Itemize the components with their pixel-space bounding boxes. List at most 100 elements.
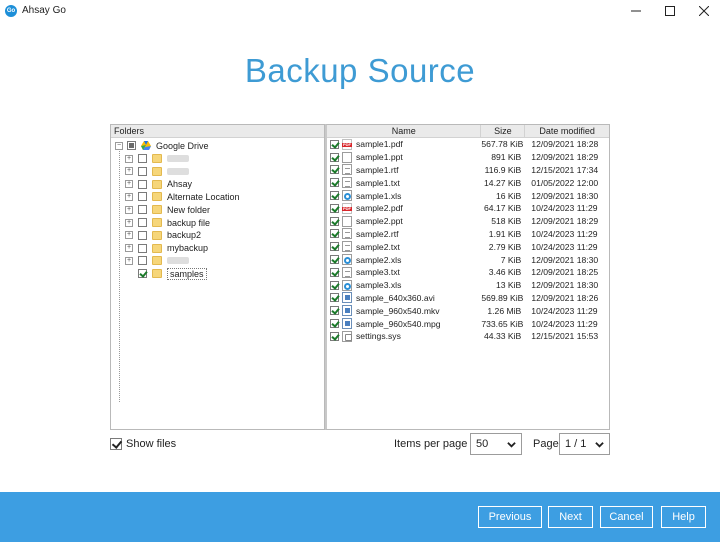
file-checkbox[interactable] [330, 229, 339, 239]
file-name-cell: sample2.xls [327, 254, 481, 266]
file-row[interactable]: sample_960x540.mkv 1.26 MiB 10/24/2023 11:… [327, 304, 609, 317]
folder-checkbox[interactable] [138, 269, 147, 279]
file-row[interactable]: sample3.xls 13 KiB 12/09/2021 18:30 [327, 279, 609, 292]
file-size: 567.78 KiB [481, 139, 524, 150]
tree-item-folder[interactable]: + backup2 [125, 229, 201, 242]
file-name: sample_640x360.avi [356, 292, 435, 303]
xls-file-icon [342, 254, 352, 266]
minimize-button[interactable] [618, 0, 654, 22]
folder-checkbox[interactable] [138, 166, 147, 176]
expand-icon[interactable]: + [125, 180, 133, 189]
file-checkbox[interactable] [330, 203, 339, 213]
file-checkbox[interactable] [330, 216, 339, 226]
folder-checkbox[interactable] [138, 256, 147, 266]
expand-icon[interactable]: + [125, 231, 133, 240]
file-name-cell: sample1.xls [327, 190, 481, 202]
column-header-name[interactable]: Name [327, 125, 482, 137]
expand-icon[interactable]: + [125, 192, 133, 201]
previous-button[interactable]: Previous [478, 506, 542, 528]
file-name-cell: sample1.txt [327, 177, 481, 189]
page-select[interactable]: 1 / 1 [559, 433, 610, 455]
tree-item-folder[interactable]: + Ahsay [125, 178, 192, 191]
file-row[interactable]: sample1.rtf 116.9 KiB 12/15/2021 17:34 [327, 164, 609, 177]
file-checkbox[interactable] [330, 178, 339, 188]
file-checkbox[interactable] [330, 267, 339, 277]
file-size: 569.89 KiB [481, 292, 524, 303]
tree-item-folder[interactable]: + [125, 165, 189, 178]
show-files-toggle[interactable]: Show files [110, 438, 176, 450]
folder-icon [152, 269, 162, 279]
folder-icon [152, 154, 162, 163]
file-row[interactable]: sample2.pdf 64.17 KiB 10/24/2023 11:29 [327, 202, 609, 215]
column-header-date[interactable]: Date modified [525, 125, 609, 137]
tree-item-folder[interactable]: + [125, 152, 189, 165]
tree-item-folder[interactable]: + backup file [125, 216, 210, 229]
folder-checkbox[interactable] [138, 205, 147, 215]
google-drive-checkbox[interactable] [127, 141, 136, 150]
column-header-size[interactable]: Size [481, 125, 526, 137]
expand-icon[interactable]: + [125, 256, 133, 265]
file-date: 12/15/2021 17:34 [531, 164, 599, 175]
help-button[interactable]: Help [661, 506, 706, 528]
folder-checkbox[interactable] [138, 243, 147, 253]
tree-item-folder[interactable]: + Alternate Location [125, 190, 240, 203]
file-checkbox[interactable] [330, 139, 339, 149]
tree-item-folder[interactable]: samples [125, 267, 207, 280]
file-checkbox[interactable] [330, 165, 339, 175]
file-row[interactable]: sample_640x360.avi 569.89 KiB 12/09/2021 1… [327, 292, 609, 305]
tree-item-folder[interactable]: + New folder [125, 203, 210, 216]
file-row[interactable]: sample2.ppt 518 KiB 12/09/2021 18:29 [327, 215, 609, 228]
folder-checkbox[interactable] [138, 218, 147, 227]
tree-item-google-drive[interactable]: − Google Drive [115, 139, 209, 152]
folder-checkbox[interactable] [138, 154, 147, 163]
maximize-button[interactable] [652, 0, 688, 22]
file-row[interactable]: sample1.xls 16 KiB 12/09/2021 18:30 [327, 189, 609, 202]
show-files-checkbox[interactable] [110, 438, 122, 450]
file-row[interactable]: sample2.xls 7 KiB 12/09/2021 18:30 [327, 253, 609, 266]
file-checkbox[interactable] [330, 191, 339, 201]
file-row[interactable]: sample1.txt 14.27 KiB 01/05/2022 12:00 [327, 176, 609, 189]
file-checkbox[interactable] [330, 242, 339, 252]
app-title: Ahsay Go [22, 5, 66, 16]
tree-item-label [167, 257, 189, 265]
tree-item-label [167, 167, 189, 175]
close-button[interactable] [686, 0, 720, 22]
file-checkbox[interactable] [330, 280, 339, 290]
google-drive-icon [141, 141, 151, 150]
txt-file-icon [342, 241, 352, 253]
file-date: 10/24/2023 11:29 [531, 241, 598, 252]
expand-icon[interactable]: + [125, 154, 133, 163]
file-checkbox[interactable] [330, 293, 339, 303]
txt-file-icon [342, 164, 352, 176]
tree-item-folder[interactable]: + mybackup [125, 242, 208, 255]
file-name: sample1.xls [356, 190, 402, 201]
file-row[interactable]: sample2.txt 2.79 KiB 10/24/2023 11:29 [327, 240, 609, 253]
cancel-button[interactable]: Cancel [600, 506, 653, 528]
folder-checkbox[interactable] [138, 230, 147, 240]
file-checkbox[interactable] [330, 331, 339, 341]
file-checkbox[interactable] [330, 255, 339, 265]
items-per-page-value: 50 [476, 438, 489, 450]
folder-checkbox[interactable] [138, 192, 147, 202]
file-row[interactable]: sample1.ppt 891 KiB 12/09/2021 18:29 [327, 151, 609, 164]
file-row[interactable]: sample3.txt 3.46 KiB 12/09/2021 18:25 [327, 266, 609, 279]
file-checkbox[interactable] [330, 306, 339, 316]
file-size: 1.26 MiB [487, 305, 522, 316]
file-row[interactable]: sample1.pdf 567.78 KiB 12/09/2021 18:28 [327, 138, 609, 151]
next-button[interactable]: Next [548, 506, 593, 528]
tree-item-folder[interactable]: + [125, 254, 189, 267]
file-row[interactable]: sample2.rtf 1.91 KiB 10/24/2023 11:29 [327, 228, 609, 241]
file-checkbox[interactable] [330, 319, 339, 329]
collapse-icon[interactable]: − [115, 141, 123, 150]
expand-icon[interactable]: + [125, 167, 133, 176]
file-name: sample3.txt [356, 267, 400, 278]
file-row[interactable]: settings.sys 44.33 KiB 12/15/2021 15:53 [327, 330, 609, 343]
items-per-page-select[interactable]: 50 [470, 433, 522, 455]
file-checkbox[interactable] [330, 152, 339, 162]
pdf-file-icon [342, 138, 352, 150]
file-row[interactable]: sample_960x540.mpg 733.65 KiB 10/24/2023 1… [327, 317, 609, 330]
expand-icon[interactable]: + [125, 244, 133, 253]
expand-icon[interactable]: + [125, 218, 133, 227]
expand-icon[interactable]: + [125, 205, 133, 214]
folder-checkbox[interactable] [138, 179, 147, 189]
